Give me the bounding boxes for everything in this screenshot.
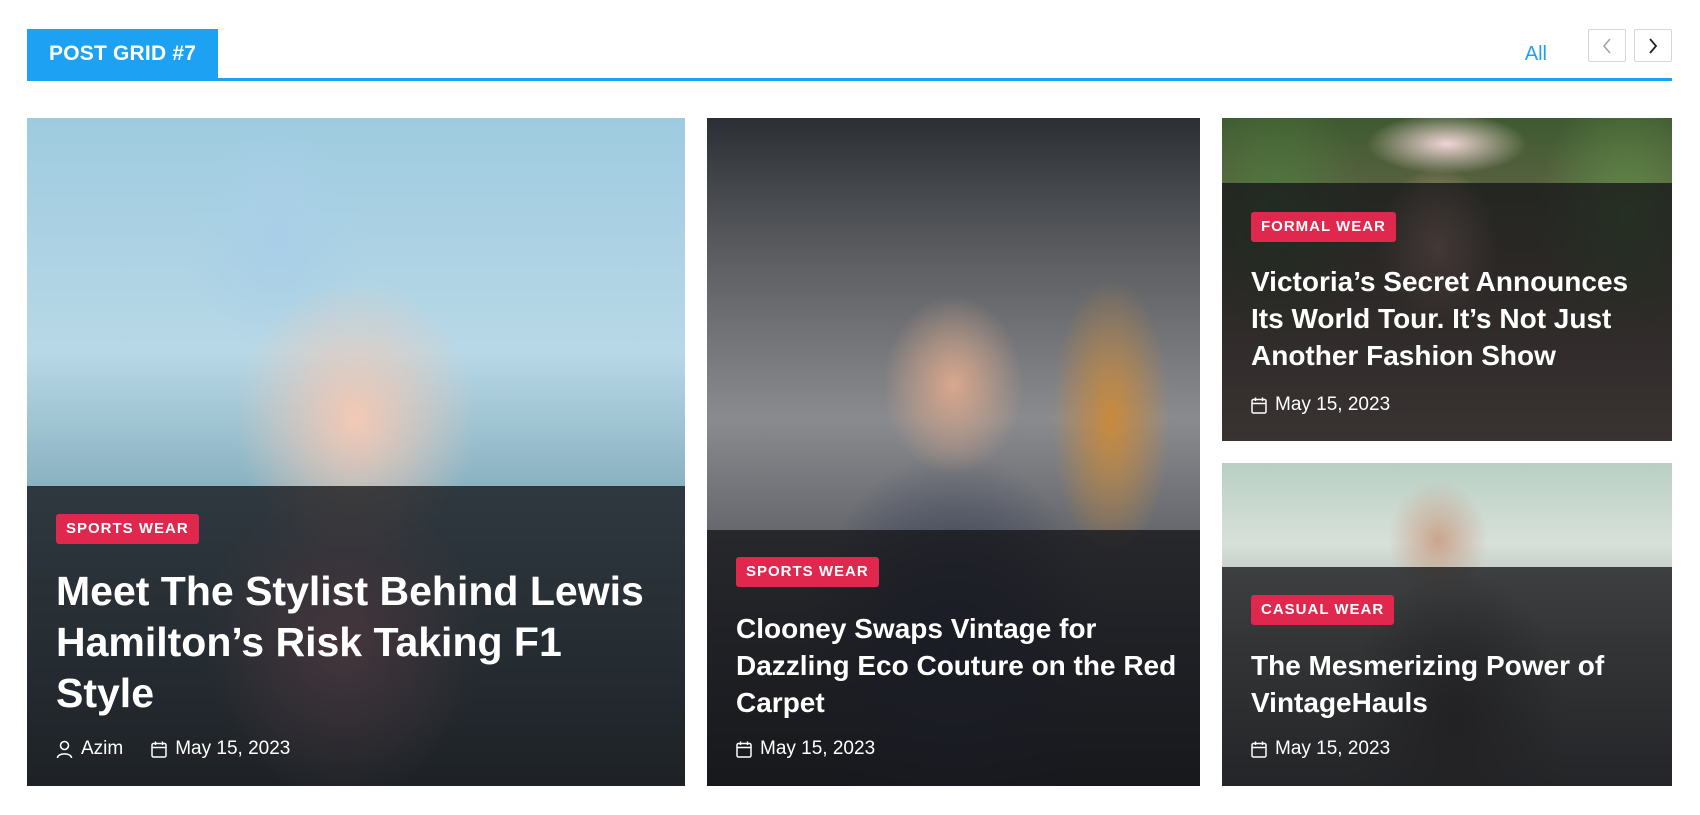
post-title[interactable]: Clooney Swaps Vintage for Dazzling Eco C… xyxy=(736,610,1186,721)
post-date: May 15, 2023 xyxy=(1275,738,1391,759)
section-header: POST GRID #7 All xyxy=(27,29,1672,81)
post-date: May 15, 2023 xyxy=(175,738,291,759)
section-title: POST GRID #7 xyxy=(27,29,219,78)
calendar-icon xyxy=(1251,741,1267,758)
post-card[interactable]: SPORTS WEAR Clooney Swaps Vintage for Da… xyxy=(707,118,1200,786)
post-meta: Azim May 15, 2023 xyxy=(56,738,290,760)
calendar-icon xyxy=(151,741,167,758)
post-date: May 15, 2023 xyxy=(1275,394,1391,415)
post-card-featured[interactable]: SPORTS WEAR Meet The Stylist Behind Lewi… xyxy=(27,118,685,786)
category-badge[interactable]: SPORTS WEAR xyxy=(736,557,879,587)
post-title[interactable]: The Mesmerizing Power of VintageHauls xyxy=(1251,647,1666,721)
category-badge[interactable]: SPORTS WEAR xyxy=(56,514,199,544)
post-meta: May 15, 2023 xyxy=(1251,738,1390,760)
post-card[interactable]: CASUAL WEAR The Mesmerizing Power of Vin… xyxy=(1222,463,1672,786)
category-badge[interactable]: CASUAL WEAR xyxy=(1251,595,1395,625)
post-card[interactable]: FORMAL WEAR Victoria’s Secret Announces … xyxy=(1222,118,1672,441)
chevron-left-icon xyxy=(1602,37,1611,54)
chevron-right-icon xyxy=(1649,37,1658,54)
category-badge[interactable]: FORMAL WEAR xyxy=(1251,212,1396,242)
calendar-icon xyxy=(1251,397,1267,414)
calendar-icon xyxy=(736,741,752,758)
post-date: May 15, 2023 xyxy=(760,738,876,759)
post-author[interactable]: Azim xyxy=(81,738,123,760)
next-button[interactable] xyxy=(1634,29,1672,62)
post-title[interactable]: Meet The Stylist Behind Lewis Hamilton’s… xyxy=(56,566,656,719)
post-meta: May 15, 2023 xyxy=(736,738,875,760)
post-meta: May 15, 2023 xyxy=(1251,394,1390,416)
post-title[interactable]: Victoria’s Secret Announces Its World To… xyxy=(1251,263,1666,374)
view-all-link[interactable]: All xyxy=(1525,37,1547,71)
prev-button[interactable] xyxy=(1588,29,1626,62)
user-icon xyxy=(56,740,73,758)
